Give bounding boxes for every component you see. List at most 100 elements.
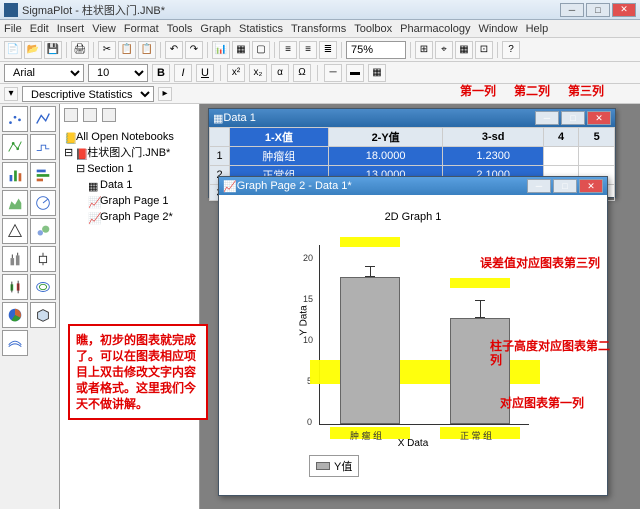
graph-page-icon: 📈 xyxy=(223,180,237,193)
mesh-icon[interactable] xyxy=(2,330,28,356)
data-window-titlebar[interactable]: ▦ Data 1 ─ □ ✕ xyxy=(209,109,615,127)
3d-icon[interactable] xyxy=(30,302,56,328)
italic-button[interactable]: I xyxy=(174,64,192,82)
underline-button[interactable]: U xyxy=(196,64,214,82)
font-family-select[interactable]: Arial xyxy=(4,64,84,82)
zoom-select[interactable] xyxy=(346,41,406,59)
minimize-button[interactable]: ─ xyxy=(535,111,559,125)
vertical-bar-icon[interactable] xyxy=(2,162,28,188)
tree-notebook[interactable]: ⊟📕柱状图入门.JNB* xyxy=(64,145,195,161)
close-button[interactable]: ✕ xyxy=(579,179,603,193)
nav-button[interactable] xyxy=(64,108,78,122)
greek-button[interactable]: α xyxy=(271,64,289,82)
scatter-plot-icon[interactable] xyxy=(2,106,28,132)
graph-window-titlebar[interactable]: 📈 Graph Page 2 - Data 1* ─ □ ✕ xyxy=(219,177,607,195)
polar-plot-icon[interactable] xyxy=(30,190,56,216)
save-button[interactable]: 💾 xyxy=(44,41,62,59)
col-header-4[interactable]: 4 xyxy=(543,128,579,147)
bar-error-icon[interactable] xyxy=(2,246,28,272)
tool-button[interactable]: ≡ xyxy=(279,41,297,59)
open-button[interactable]: 📂 xyxy=(24,41,42,59)
menu-file[interactable]: File xyxy=(4,23,22,35)
menu-format[interactable]: Format xyxy=(124,23,159,35)
minimize-button[interactable]: ─ xyxy=(527,179,551,193)
menu-graph[interactable]: Graph xyxy=(200,23,231,35)
bar-1[interactable] xyxy=(340,277,400,424)
menu-insert[interactable]: Insert xyxy=(57,23,85,35)
redo-button[interactable]: ↷ xyxy=(185,41,203,59)
chart-legend[interactable]: Y值 xyxy=(309,455,359,477)
tree-section[interactable]: ⊟Section 1 xyxy=(64,161,195,177)
tree-graph-page-2[interactable]: 📈Graph Page 2* xyxy=(64,209,195,225)
bubble-icon[interactable] xyxy=(30,218,56,244)
line-scatter-icon[interactable] xyxy=(2,134,28,160)
tree-graph-page-1[interactable]: 📈Graph Page 1 xyxy=(64,193,195,209)
close-button[interactable]: ✕ xyxy=(612,3,636,17)
print-button[interactable]: 🖨 xyxy=(71,41,89,59)
ternary-icon[interactable] xyxy=(2,218,28,244)
fill-button[interactable]: ▦ xyxy=(368,64,386,82)
tool-button[interactable]: ≡ xyxy=(299,41,317,59)
maximize-button[interactable]: □ xyxy=(561,111,585,125)
bold-button[interactable]: B xyxy=(152,64,170,82)
highlight xyxy=(340,237,400,247)
horizontal-bar-icon[interactable] xyxy=(30,162,56,188)
menu-edit[interactable]: Edit xyxy=(30,23,49,35)
tool-button[interactable]: ▢ xyxy=(252,41,270,59)
chart-title[interactable]: 2D Graph 1 xyxy=(219,211,607,223)
help-button[interactable]: ? xyxy=(502,41,520,59)
pie-icon[interactable] xyxy=(2,302,28,328)
stats-select[interactable]: Descriptive Statistics xyxy=(22,86,154,102)
col-header-3[interactable]: 3-sd xyxy=(443,128,543,147)
menu-tools[interactable]: Tools xyxy=(167,23,193,35)
graph-wizard-button[interactable]: 📊 xyxy=(212,41,230,59)
area-plot-icon[interactable] xyxy=(2,190,28,216)
col-header-2[interactable]: 2-Y值 xyxy=(328,128,443,147)
contour-icon[interactable] xyxy=(30,274,56,300)
box-plot-icon[interactable] xyxy=(30,246,56,272)
tool-button[interactable]: ≣ xyxy=(319,41,337,59)
color-button[interactable]: ▬ xyxy=(346,64,364,82)
y-axis-label[interactable]: Y Data xyxy=(299,305,310,335)
tool-button[interactable]: ▦ xyxy=(455,41,473,59)
dropdown-icon[interactable]: ▾ xyxy=(4,87,18,101)
line-plot-icon[interactable] xyxy=(30,106,56,132)
minimize-button[interactable]: ─ xyxy=(560,3,584,17)
close-button[interactable]: ✕ xyxy=(587,111,611,125)
tool-button[interactable]: ▦ xyxy=(232,41,250,59)
new-button[interactable]: 📄 xyxy=(4,41,22,59)
tree-data[interactable]: ▦Data 1 xyxy=(64,177,195,193)
menu-toolbox[interactable]: Toolbox xyxy=(354,23,392,35)
line-button[interactable]: ─ xyxy=(324,64,342,82)
align-button[interactable]: x² xyxy=(227,64,245,82)
cut-button[interactable]: ✂ xyxy=(98,41,116,59)
nav-button[interactable] xyxy=(83,108,97,122)
align-button[interactable]: x₂ xyxy=(249,64,267,82)
tree-root[interactable]: 📒All Open Notebooks xyxy=(64,129,195,145)
col-header-1[interactable]: 1-X值 xyxy=(230,128,329,147)
menu-statistics[interactable]: Statistics xyxy=(239,23,283,35)
graph-page-window[interactable]: 📈 Graph Page 2 - Data 1* ─ □ ✕ 2D Graph … xyxy=(218,176,608,496)
nav-button[interactable] xyxy=(102,108,116,122)
symbol-button[interactable]: Ω xyxy=(293,64,311,82)
x-axis-label[interactable]: X Data xyxy=(219,438,607,449)
tool-button[interactable]: ⌖ xyxy=(435,41,453,59)
menu-view[interactable]: View xyxy=(92,23,116,35)
menu-transforms[interactable]: Transforms xyxy=(291,23,346,35)
maximize-button[interactable]: □ xyxy=(586,3,610,17)
plot-area[interactable]: 肿 瘤 组 正 常 组 xyxy=(319,245,529,425)
font-size-select[interactable]: 10 xyxy=(88,64,148,82)
paste-button[interactable]: 📋 xyxy=(138,41,156,59)
tool-button[interactable]: ⊡ xyxy=(475,41,493,59)
copy-button[interactable]: 📋 xyxy=(118,41,136,59)
col-header-5[interactable]: 5 xyxy=(579,128,615,147)
menu-pharmacology[interactable]: Pharmacology xyxy=(400,23,470,35)
menu-help[interactable]: Help xyxy=(526,23,549,35)
undo-button[interactable]: ↶ xyxy=(165,41,183,59)
tool-button[interactable]: ⊞ xyxy=(415,41,433,59)
candlestick-icon[interactable] xyxy=(2,274,28,300)
maximize-button[interactable]: □ xyxy=(553,179,577,193)
step-plot-icon[interactable] xyxy=(30,134,56,160)
menu-window[interactable]: Window xyxy=(478,23,517,35)
run-stats-button[interactable]: ▸ xyxy=(158,87,172,101)
